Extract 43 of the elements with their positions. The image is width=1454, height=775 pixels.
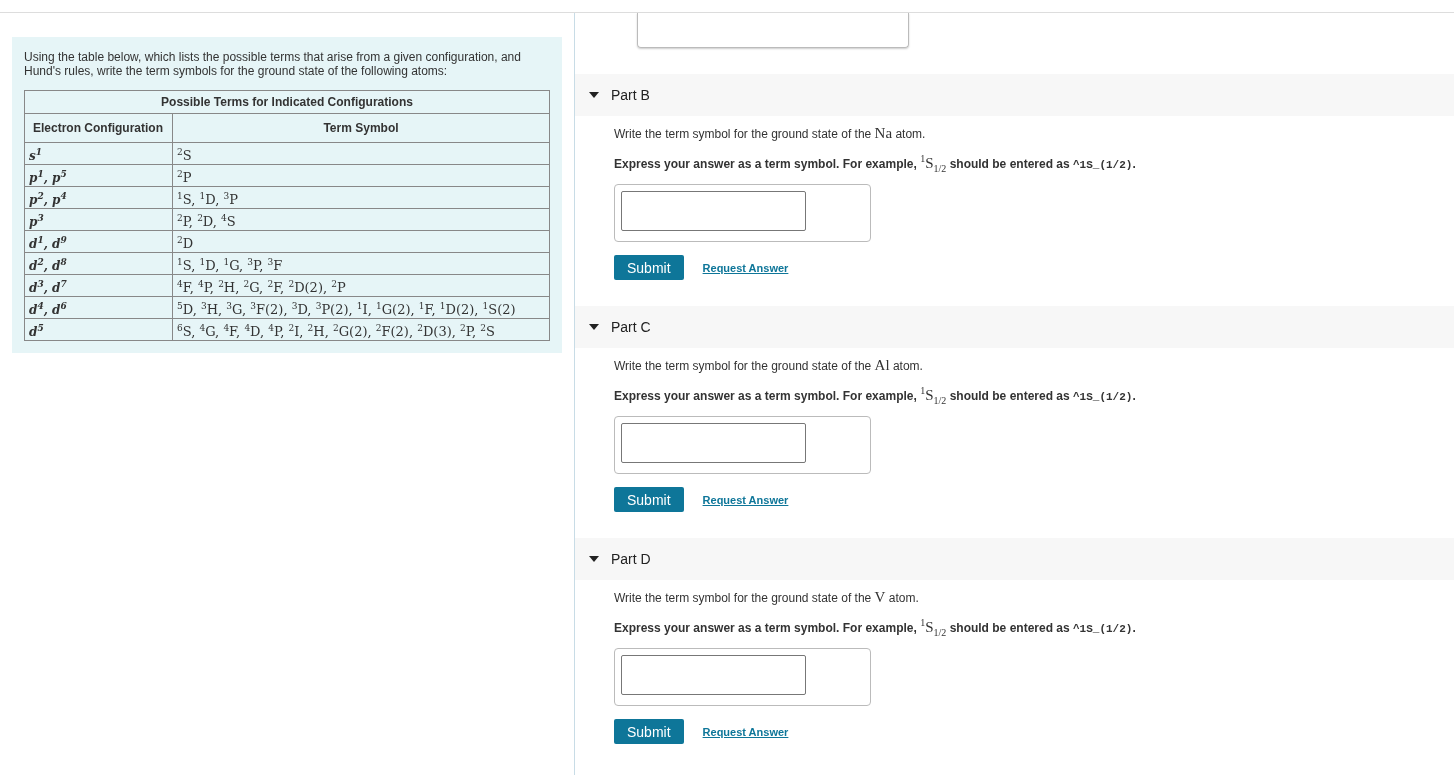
table-cell: d$^{1}$, d$^{9}$ [24,230,173,253]
table-cell: p$^{2}$, p$^{4}$ [24,186,173,209]
table-cell: $^{6}$S, $^{4}$G, $^{4}$F, $^{4}$D, $^{4}$P, $^{2}$I, $^{2}$H, $^{2}$G(2), $^{2}$F(2), $^{2}$D(3), $^{2}$P, $^{2}$S [172,318,550,341]
column-header: Electron Configuration [24,113,173,143]
part-header[interactable]: Part C [575,306,1454,348]
submit-button[interactable]: Submit [614,255,684,280]
table-cell: $^{2}$D [172,230,550,253]
table-cell: d$^{3}$, d$^{7}$ [24,274,173,297]
answer-field[interactable] [621,191,806,231]
answer-hint: Express your answer as a term symbol. For example, $^{1}$S$_{1/2}$ should be entered as ^1S_(1/2). [614,153,1137,174]
question-text: Write the term symbol for the ground state of the Al atom. [614,358,924,373]
caret-icon [589,324,599,330]
question-text: Write the term symbol for the ground state of the V atom. [614,590,920,605]
column-header: Term Symbol [172,113,550,143]
table-cell: p$^{1}$, p$^{5}$ [24,164,173,187]
instructions-text: Using the table below, which lists the possible terms that arise from a given configuration, and Hund's rules, write the term symbols for the ground state of the following atoms: [24,50,522,78]
submit-button[interactable]: Submit [614,719,684,744]
table-cell: $^{1}$S, $^{1}$D, $^{1}$G, $^{3}$P, $^{3}$F [172,252,550,275]
request-answer-link[interactable]: Request Answer [702,493,789,506]
table-cell: $^{2}$P [172,164,550,187]
table-cell: $^{5}$D, $^{3}$H, $^{3}$G, $^{3}$F(2), $^{3}$D, $^{3}$P(2), $^{1}$I, $^{1}$G(2), $^{1}$F, $^{1}$D(2), $^{1}$S(2) [172,296,550,319]
table-cell: $^{4}$F, $^{4}$P, $^{2}$H, $^{2}$G, $^{2}$F, $^{2}$D(2), $^{2}$P [172,274,550,297]
answer-field[interactable] [621,655,806,695]
submit-button[interactable]: Submit [614,487,684,512]
table-cell: d$^{4}$, d$^{6}$ [24,296,173,319]
table-caption: Possible Terms for Indicated Configurations [24,90,550,114]
answer-field[interactable] [621,423,806,463]
table-cell: s$^{1}$ [24,142,173,165]
answer-hint: Express your answer as a term symbol. For example, $^{1}$S$_{1/2}$ should be entered as ^1S_(1/2). [614,617,1137,638]
request-answer-link[interactable]: Request Answer [702,261,789,274]
table-cell: $^{2}$S [172,142,550,165]
caret-icon [589,92,599,98]
table-cell: $^{1}$S, $^{1}$D, $^{3}$P [172,186,550,209]
table-cell: d$^{2}$, d$^{8}$ [24,252,173,275]
part-header[interactable]: Part B [575,74,1454,116]
table-cell: d$^{5}$ [24,318,173,341]
table-cell: $^{2}$P, $^{2}$D, $^{4}$S [172,208,550,231]
table-cell: p$^{3}$ [24,208,173,231]
answer-hint: Express your answer as a term symbol. For example, $^{1}$S$_{1/2}$ should be entered as ^1S_(1/2). [614,385,1137,406]
part-header[interactable]: Part D [575,538,1454,580]
request-answer-link[interactable]: Request Answer [702,725,789,738]
caret-icon [589,556,599,562]
question-text: Write the term symbol for the ground state of the Na atom. [614,126,927,141]
